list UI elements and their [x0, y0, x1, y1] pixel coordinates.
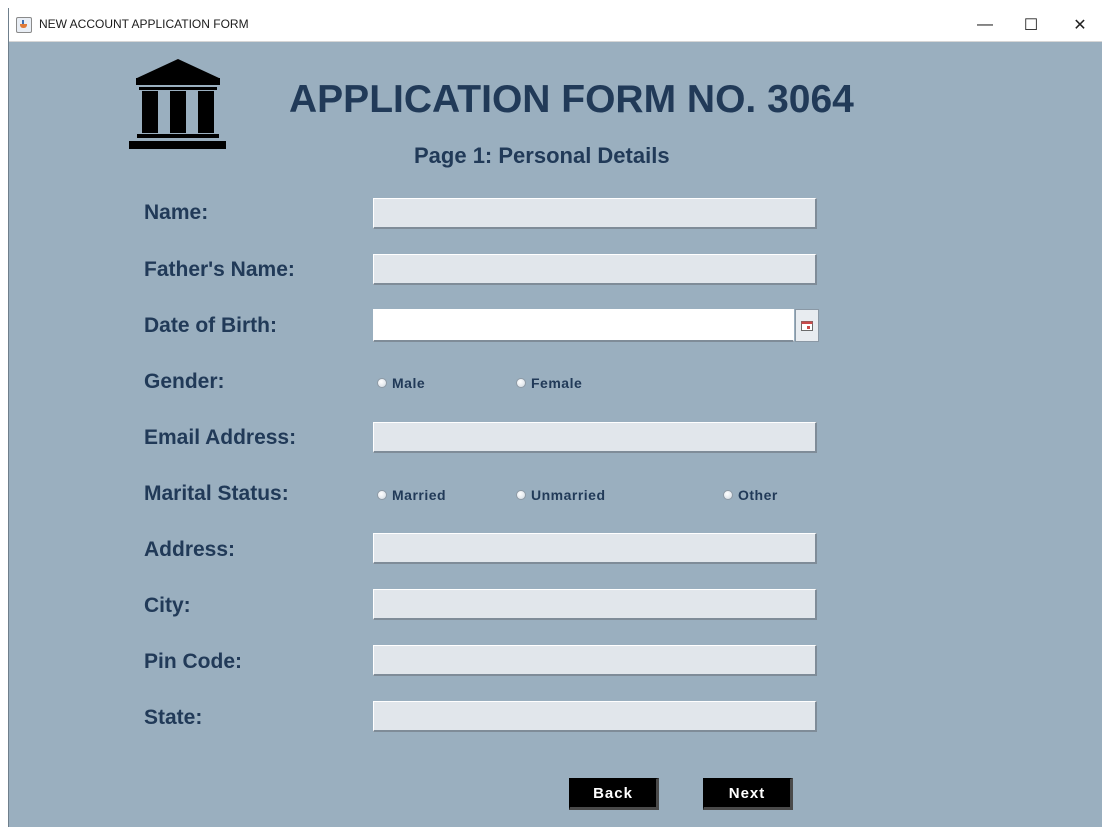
next-button[interactable]: Next [703, 778, 793, 810]
minimize-button[interactable]: — [962, 8, 1008, 41]
address-label: Address: [144, 538, 236, 561]
java-app-icon [16, 17, 32, 33]
pin-code-input[interactable] [373, 645, 817, 676]
state-input[interactable] [373, 701, 817, 732]
gender-male-label: Male [392, 375, 426, 391]
state-label: State: [144, 706, 203, 729]
name-input[interactable] [373, 198, 817, 229]
close-button[interactable]: ✕ [1057, 8, 1102, 41]
back-button[interactable]: Back [569, 778, 659, 810]
pin-code-label: Pin Code: [144, 650, 242, 673]
address-input[interactable] [373, 533, 817, 564]
dob-label: Date of Birth: [144, 314, 277, 337]
marital-married-radio[interactable]: Married [377, 487, 446, 503]
fathers-name-label: Father's Name: [144, 258, 295, 281]
city-input[interactable] [373, 589, 817, 620]
dob-input[interactable] [373, 309, 794, 342]
gender-female-radio[interactable]: Female [516, 375, 582, 391]
maximize-button[interactable]: ☐ [1008, 8, 1054, 41]
marital-married-label: Married [392, 487, 447, 503]
gender-female-label: Female [531, 375, 583, 391]
marital-other-radio[interactable]: Other [723, 487, 778, 503]
gender-male-radio[interactable]: Male [377, 375, 425, 391]
bank-building-icon [129, 59, 226, 149]
marital-status-label: Marital Status: [144, 482, 289, 505]
form-subtitle: Page 1: Personal Details [414, 143, 670, 168]
city-label: City: [144, 594, 191, 617]
radio-button-icon [377, 490, 387, 500]
title-bar: NEW ACCOUNT APPLICATION FORM — ☐ ✕ [9, 8, 1102, 42]
application-window: NEW ACCOUNT APPLICATION FORM — ☐ ✕ APPLI… [8, 8, 1102, 827]
email-label: Email Address: [144, 426, 297, 449]
radio-button-icon [516, 378, 526, 388]
marital-other-label: Other [738, 487, 778, 503]
calendar-picker-button[interactable] [795, 309, 819, 342]
email-input[interactable] [373, 422, 817, 453]
gender-label: Gender: [144, 370, 225, 393]
name-label: Name: [144, 201, 209, 224]
form-title: APPLICATION FORM NO. 3064 [289, 78, 854, 121]
marital-unmarried-label: Unmarried [531, 487, 606, 503]
radio-button-icon [723, 490, 733, 500]
marital-unmarried-radio[interactable]: Unmarried [516, 487, 606, 503]
calendar-icon [801, 321, 813, 331]
radio-button-icon [377, 378, 387, 388]
radio-button-icon [516, 490, 526, 500]
window-title: NEW ACCOUNT APPLICATION FORM [39, 17, 249, 31]
fathers-name-input[interactable] [373, 254, 817, 285]
